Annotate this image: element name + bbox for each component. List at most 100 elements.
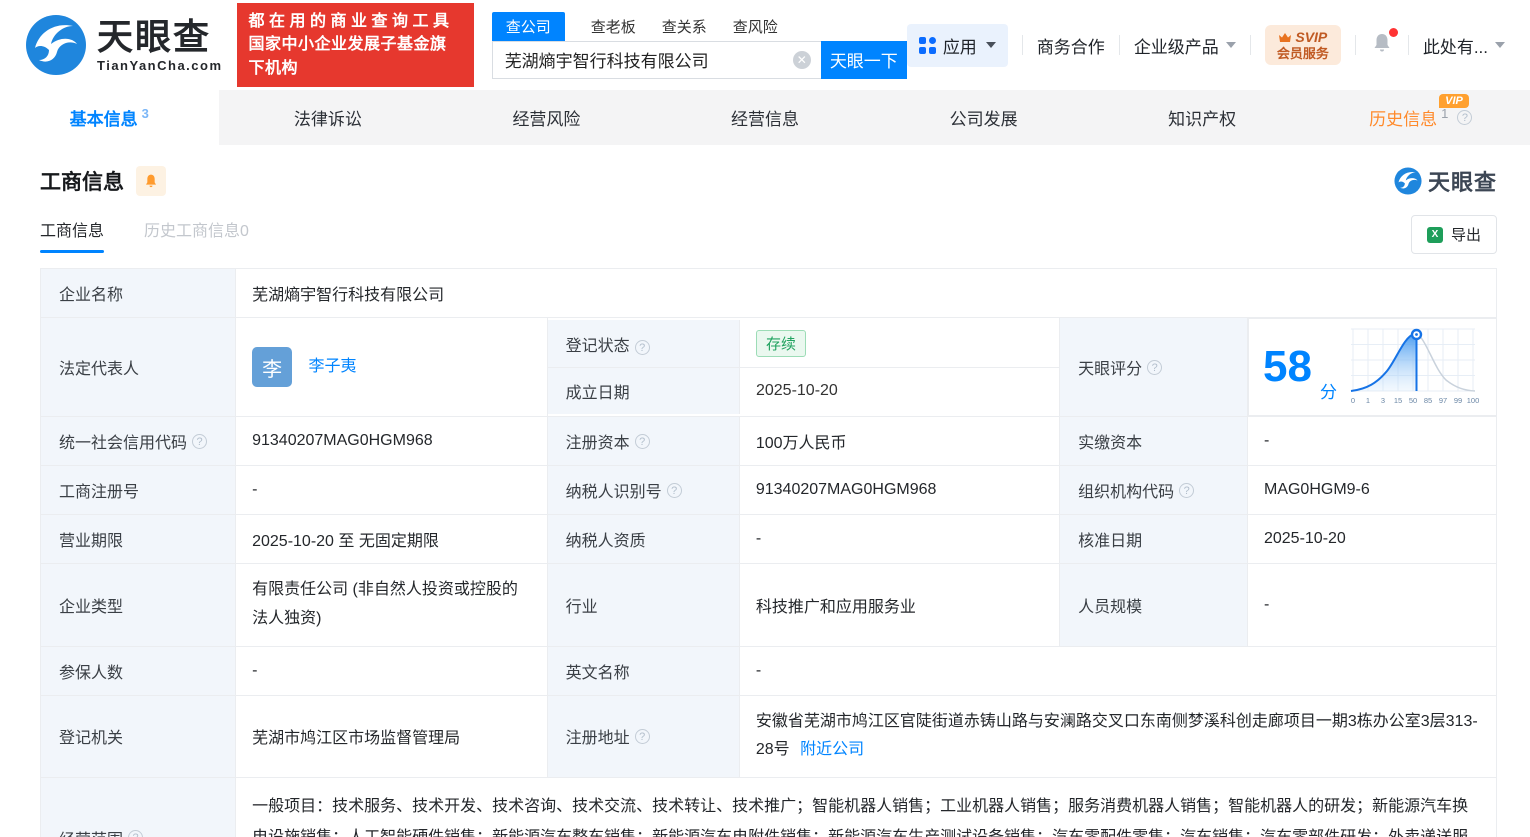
search-tab-boss[interactable]: 查老板 [591, 12, 636, 41]
tianyancha-logo[interactable]: 天眼查 TianYanCha.com [25, 14, 223, 76]
reg-capital-label: 注册资本 [565, 435, 630, 452]
tianyancha-watermark-icon [1394, 167, 1422, 195]
nearby-companies-link[interactable]: 附近公司 [800, 741, 864, 758]
taxpayer-quality-value: - [738, 514, 1061, 564]
table-row: 企业名称 芜湖熵宇智行科技有限公司 [39, 268, 1497, 318]
business-info-table: 企业名称 芜湖熵宇智行科技有限公司 法定代表人 李 李子夷 登记状态? 存续 成… [39, 268, 1498, 837]
chevron-down-icon [1225, 42, 1236, 48]
approval-date-value: 2025-10-20 [1246, 514, 1498, 564]
nav-cooperation[interactable]: 商务合作 [1037, 33, 1105, 58]
help-icon[interactable]: ? [1457, 110, 1473, 125]
clear-search-icon[interactable]: ✕ [792, 50, 811, 69]
table-row: 登记状态? 存续 [547, 320, 1060, 367]
tianyancha-logo-icon [26, 15, 86, 75]
company-name-value: 芜湖熵宇智行科技有限公司 [235, 268, 1497, 318]
export-button[interactable]: X 导出 [1410, 215, 1497, 254]
search-tab-relation[interactable]: 查关系 [662, 12, 707, 41]
business-scope-value: 一般项目：技术服务、技术开发、技术咨询、技术交流、技术转让、技术推广；智能机器人… [235, 777, 1497, 837]
reg-authority-value: 芜湖市鸠江区市场监督管理局 [235, 694, 548, 779]
credit-code-value: 91340207MAG0HGM968 [235, 416, 548, 466]
help-icon[interactable]: ? [1147, 359, 1163, 375]
monitor-bell-button[interactable] [136, 166, 166, 196]
tab-operating-risk-label: 经营风险 [512, 110, 581, 129]
chevron-down-icon [985, 42, 996, 48]
legal-rep-avatar[interactable]: 李 [252, 347, 293, 387]
svg-text:99: 99 [1454, 396, 1462, 405]
reg-address-label: 注册地址 [565, 730, 630, 748]
promo-banner-line2: 国家中小企业发展子基金旗下机构 [248, 36, 447, 77]
paid-capital-label: 实缴资本 [1059, 416, 1248, 466]
tab-intellectual-property-label: 知识产权 [1168, 110, 1237, 129]
help-icon[interactable]: ? [1179, 482, 1195, 498]
search-tab-company[interactable]: 查公司 [491, 11, 565, 41]
table-row: 参保人数 - 英文名称 - [39, 645, 1498, 696]
tab-intellectual-property[interactable]: 知识产权 [1093, 90, 1312, 145]
table-row: 成立日期 2025-10-20 [547, 367, 1060, 414]
nav-enterprise-label: 企业级产品 [1133, 37, 1219, 57]
subtab-history-business-info[interactable]: 历史工商信息0 [144, 217, 249, 253]
company-type-value: 有限责任公司 (非自然人投资或控股的法人独资) [235, 563, 548, 647]
svip-line1: SVIP [1295, 28, 1328, 45]
tab-basic-info-label: 基本信息 [69, 110, 138, 129]
help-icon[interactable]: ? [634, 728, 650, 744]
tab-operating-info[interactable]: 经营信息 [656, 90, 875, 145]
legal-rep-link[interactable]: 李子夷 [309, 358, 357, 375]
svg-text:0: 0 [1351, 396, 1355, 405]
tab-basic-info-count: 3 [141, 106, 149, 121]
tab-company-development[interactable]: 公司发展 [874, 90, 1093, 145]
tab-history-info[interactable]: VIP 历史信息 1 ? [1311, 90, 1530, 145]
logo-subtitle: TianYanCha.com [97, 57, 223, 73]
business-term-value: 2025-10-20 至 无固定期限 [235, 514, 548, 564]
notification-dot [1388, 27, 1398, 37]
staff-size-label: 人员规模 [1059, 563, 1248, 647]
table-row: 登记机关 芜湖市鸠江区市场监督管理局 注册地址? 安徽省芜湖市鸠江区官陡街道赤铸… [39, 694, 1498, 779]
svg-text:15: 15 [1394, 396, 1402, 405]
tab-legal-proceedings[interactable]: 法律诉讼 [219, 90, 438, 145]
credit-code-label: 统一社会信用代码 [59, 435, 188, 452]
tab-legal-proceedings-label: 法律诉讼 [293, 110, 362, 129]
industry-value: 科技推广和应用服务业 [738, 563, 1061, 647]
company-page-tabs: 基本信息 3 法律诉讼 经营风险 经营信息 公司发展 知识产权 VIP 历史信息… [0, 90, 1530, 145]
vip-badge: VIP [1439, 94, 1469, 108]
svg-text:50: 50 [1409, 396, 1417, 405]
notification-bell-button[interactable] [1370, 27, 1398, 60]
apps-menu-button[interactable]: 应用 [906, 23, 1008, 67]
company-type-label: 企业类型 [39, 563, 237, 647]
help-icon[interactable]: ? [128, 830, 144, 837]
user-menu-label: 此处有... [1422, 37, 1488, 57]
divider [1021, 35, 1023, 55]
search-button[interactable]: 天眼一下 [820, 40, 907, 79]
taxpayer-id-label: 纳税人识别号 [565, 484, 662, 501]
reg-address-value: 安徽省芜湖市鸠江区官陡街道赤铸山路与安澜路交叉口东南侧梦溪科创走廊项目一期3栋办… [755, 712, 1478, 759]
promo-banner-line1: 都在用的商业查询工具 [248, 13, 454, 31]
svip-member-button[interactable]: SVIP 会员服务 [1264, 24, 1341, 66]
divider [1249, 35, 1251, 55]
search-tabs: 查公司 查老板 查关系 查风险 [491, 11, 907, 41]
subtab-business-info[interactable]: 工商信息 [40, 217, 105, 253]
taxpayer-quality-label: 纳税人资质 [546, 514, 740, 564]
divider [1407, 35, 1409, 55]
table-row: 统一社会信用代码? 91340207MAG0HGM968 注册资本? 100万人… [39, 416, 1498, 466]
export-label: 导出 [1450, 227, 1481, 244]
company-name-label: 企业名称 [39, 268, 237, 318]
svg-text:3: 3 [1381, 396, 1385, 405]
tab-operating-risk[interactable]: 经营风险 [437, 90, 656, 145]
nav-enterprise-products[interactable]: 企业级产品 [1134, 33, 1236, 58]
approval-date-label: 核准日期 [1059, 514, 1248, 564]
search-tab-risk[interactable]: 查风险 [733, 12, 778, 41]
reg-status-label: 登记状态 [565, 337, 630, 355]
tab-basic-info[interactable]: 基本信息 3 [0, 90, 219, 145]
score-label: 天眼评分 [1078, 361, 1143, 378]
table-row: 企业类型 有限责任公司 (非自然人投资或控股的法人独资) 行业 科技推广和应用服… [39, 563, 1498, 647]
excel-icon: X [1426, 226, 1443, 243]
svg-text:85: 85 [1424, 396, 1432, 405]
help-icon[interactable]: ? [666, 482, 682, 498]
search-input[interactable] [491, 40, 821, 79]
user-menu[interactable]: 此处有... [1423, 33, 1505, 58]
help-icon[interactable]: ? [634, 433, 650, 449]
help-icon[interactable]: ? [192, 433, 208, 449]
score-unit: 分 [1319, 383, 1337, 402]
help-icon[interactable]: ? [634, 339, 650, 355]
table-row: 法定代表人 李 李子夷 登记状态? 存续 成立日期 2025-10-20 天眼评… [39, 317, 1497, 417]
business-scope-label: 经营范围 [59, 826, 123, 837]
